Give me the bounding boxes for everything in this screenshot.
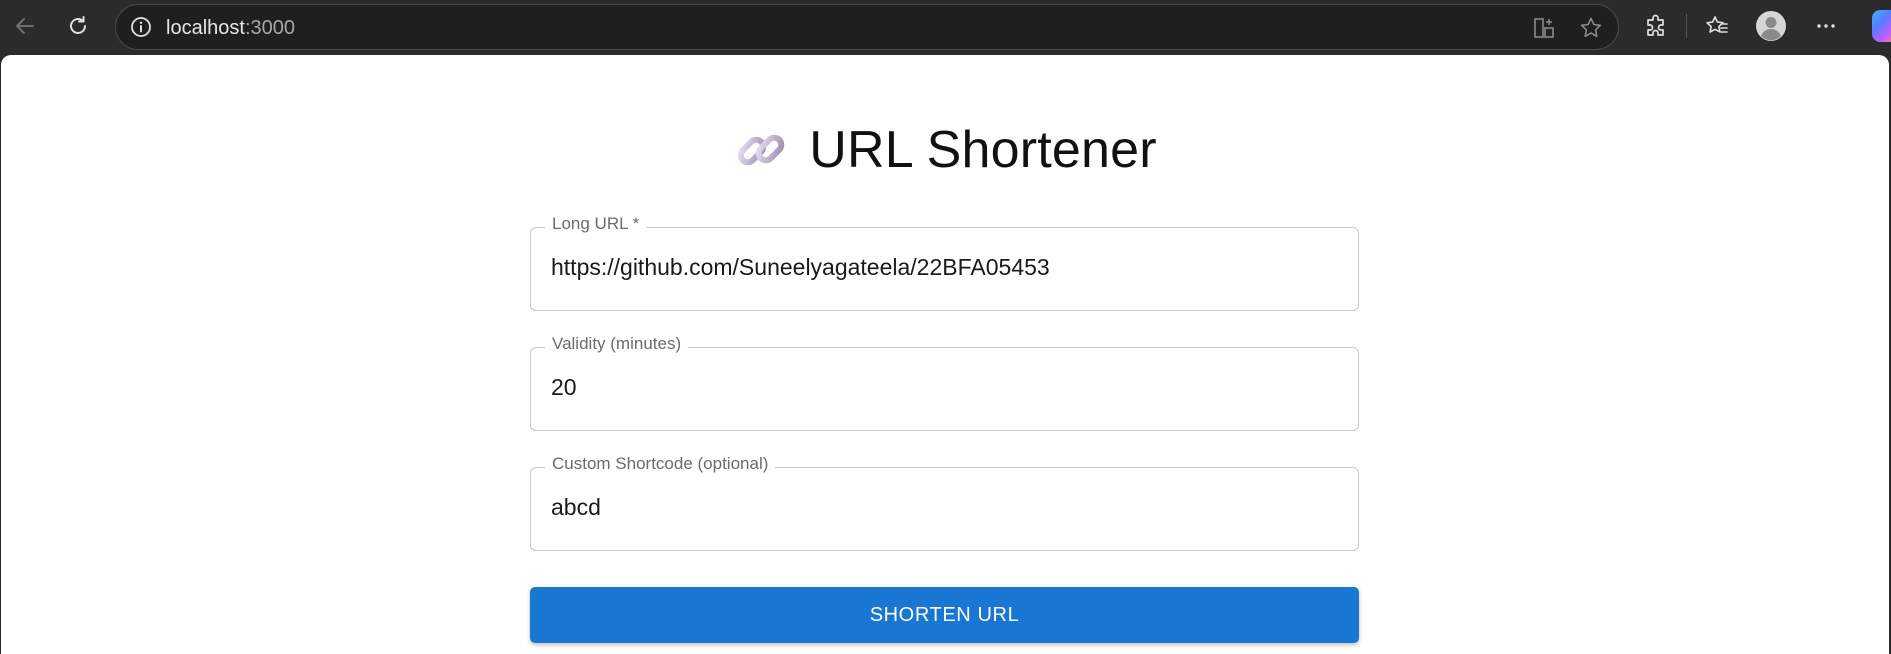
extensions-button[interactable] — [1636, 6, 1676, 46]
custom-shortcode-field[interactable]: Custom Shortcode (optional) — [530, 454, 1359, 551]
validity-field[interactable]: Validity (minutes) — [530, 334, 1359, 431]
url-text[interactable]: localhost:3000 — [166, 17, 295, 40]
long-url-field[interactable]: Long URL * — [530, 214, 1359, 311]
custom-shortcode-input[interactable] — [551, 494, 1341, 521]
reload-button[interactable] — [58, 6, 98, 46]
validity-label: Validity (minutes) — [545, 334, 689, 354]
link-icon — [737, 134, 785, 166]
back-arrow-icon — [16, 18, 34, 34]
page-viewport: URL Shortener Long URL * Validity (minut… — [1, 55, 1889, 654]
favorites-button[interactable] — [1697, 6, 1737, 46]
validity-input[interactable] — [551, 374, 1341, 401]
reload-icon — [70, 16, 86, 34]
extensions-icon — [1647, 14, 1664, 36]
info-icon[interactable] — [130, 16, 152, 38]
more-button[interactable] — [1806, 6, 1846, 46]
profile-button[interactable] — [1751, 6, 1791, 46]
long-url-input[interactable] — [551, 254, 1341, 281]
favorites-icon — [1706, 16, 1728, 33]
address-bar[interactable]: localhost:3000 — [115, 4, 1619, 50]
page-title: URL Shortener — [809, 121, 1157, 179]
copilot-icon[interactable] — [1872, 10, 1891, 42]
star-icon[interactable] — [1578, 15, 1604, 41]
page-header: URL Shortener — [1, 115, 1889, 185]
profile-icon — [1756, 11, 1786, 41]
long-url-label: Long URL * — [545, 214, 647, 234]
url-port: :3000 — [244, 17, 295, 39]
url-host: localhost — [166, 17, 245, 39]
toolbar-divider — [1686, 14, 1687, 38]
browser-toolbar: localhost:3000 — [0, 0, 1891, 54]
back-button[interactable] — [5, 6, 45, 46]
custom-shortcode-label: Custom Shortcode (optional) — [545, 454, 776, 474]
split-screen-icon[interactable] — [1531, 15, 1557, 41]
shorten-url-button[interactable]: SHORTEN URL — [530, 587, 1359, 643]
more-icon — [1817, 24, 1835, 28]
